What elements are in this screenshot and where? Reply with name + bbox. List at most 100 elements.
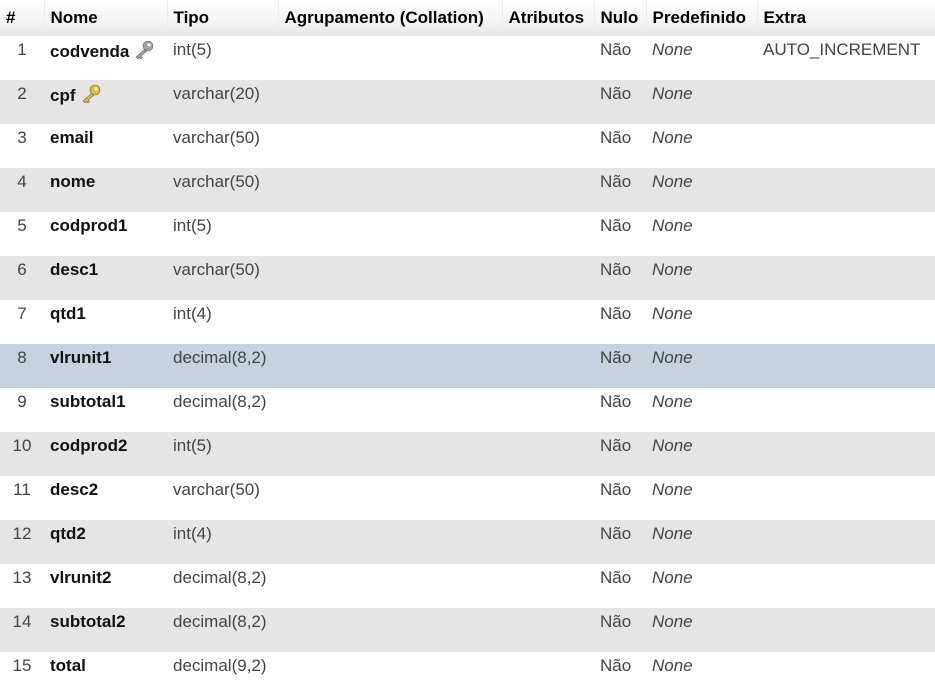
cell-name: qtd2 [44,520,167,564]
table-row[interactable]: 8 vlrunit1 decimal(8,2) Não None [0,344,935,388]
cell-collation [278,256,502,300]
cell-default-text: None [652,612,693,631]
cell-type: varchar(50) [167,476,278,520]
cell-name-text: subtotal2 [50,612,126,631]
col-header-collation[interactable]: Agrupamento (Collation) [278,0,503,36]
cell-type-text: varchar(20) [173,84,260,103]
col-header-type[interactable]: Tipo [167,0,279,36]
table-row[interactable]: 4 nome varchar(50) Não None [0,168,935,212]
cell-type: int(4) [167,300,278,344]
cell-null-text: Não [600,128,632,147]
cell-collation [278,564,502,608]
cell-name: desc1 [44,256,167,300]
cell-null: Não [594,476,646,520]
table-row[interactable]: 10 codprod2 int(5) Não None [0,432,935,476]
cell-num-text: 4 [17,172,27,191]
cell-extra [757,212,935,256]
cell-num: 12 [0,520,44,564]
cell-type-text: varchar(50) [173,480,260,499]
cell-attributes [502,168,594,212]
table-row[interactable]: 7 qtd1 int(4) Não None [0,300,935,344]
col-header-name[interactable]: Nome [44,0,168,36]
cell-name-text: subtotal1 [50,392,126,411]
table-row[interactable]: 15 total decimal(9,2) Não None [0,652,935,696]
cell-name-text: codprod2 [50,436,128,455]
cell-default-text: None [652,128,693,147]
table-structure: # Nome Tipo Agrupamento (Collation) Atri… [0,0,935,696]
cell-extra [757,432,935,476]
table-row[interactable]: 12 qtd2 int(4) Não None [0,520,935,564]
cell-name: qtd1 [44,300,167,344]
cell-name: subtotal2 [44,608,167,652]
table-row[interactable]: 2 cpf varchar(20) Não None [0,80,935,124]
cell-type-text: decimal(9,2) [173,656,267,675]
cell-name: codprod2 [44,432,167,476]
cell-default-text: None [652,656,693,675]
cell-name: nome [44,168,167,212]
cell-num: 3 [0,124,44,168]
cell-default-text: None [652,348,693,367]
primary-key-icon [133,40,155,65]
col-header-default[interactable]: Predefinido [646,0,758,36]
cell-default-text: None [652,480,693,499]
cell-default: None [646,388,757,432]
cell-type-text: int(4) [173,524,212,543]
cell-attributes [502,476,594,520]
cell-name-text: desc1 [50,260,99,279]
cell-null: Não [594,432,646,476]
cell-extra: AUTO_INCREMENT [757,36,935,80]
cell-type: int(5) [167,212,278,256]
cell-type-text: varchar(50) [173,260,260,279]
table-row[interactable]: 9 subtotal1 decimal(8,2) Não None [0,388,935,432]
cell-num: 7 [0,300,44,344]
col-header-extra[interactable]: Extra [757,0,935,36]
cell-name: subtotal1 [44,388,167,432]
table-row[interactable]: 6 desc1 varchar(50) Não None [0,256,935,300]
col-header-num[interactable]: # [0,0,45,36]
col-header-null[interactable]: Nulo [594,0,647,36]
cell-num: 10 [0,432,44,476]
cell-type-text: int(5) [173,436,212,455]
cell-num: 14 [0,608,44,652]
cell-default-text: None [652,40,693,59]
cell-extra [757,168,935,212]
cell-default-text: None [652,392,693,411]
cell-default-text: None [652,524,693,543]
cell-name-text: qtd2 [50,524,86,543]
cell-default-text: None [652,304,693,323]
table-row[interactable]: 3 email varchar(50) Não None [0,124,935,168]
cell-num-text: 14 [12,612,32,631]
table-row[interactable]: 5 codprod1 int(5) Não None [0,212,935,256]
cell-num-text: 15 [12,656,32,675]
cell-default: None [646,652,757,696]
cell-default-text: None [652,436,693,455]
cell-num-text: 13 [12,568,32,587]
cell-name-text: qtd1 [50,304,86,323]
cell-attributes [502,124,594,168]
cell-name: total [44,652,167,696]
cell-attributes [502,80,594,124]
cell-attributes [502,608,594,652]
cell-collation [278,608,502,652]
cell-null: Não [594,564,646,608]
cell-default-text: None [652,216,693,235]
table-row[interactable]: 11 desc2 varchar(50) Não None [0,476,935,520]
cell-null-text: Não [600,612,632,631]
cell-null-text: Não [600,260,632,279]
cell-default: None [646,476,757,520]
cell-num-text: 11 [13,480,31,499]
table-row[interactable]: 13 vlrunit2 decimal(8,2) Não None [0,564,935,608]
table-row[interactable]: 1 codvenda int(5) Não None AUTO_INCREMENT [0,36,935,80]
cell-attributes [502,652,594,696]
col-header-attributes[interactable]: Atributos [502,0,595,36]
cell-name-text: vlrunit1 [50,348,112,367]
cell-collation [278,80,502,124]
table-row[interactable]: 14 subtotal2 decimal(8,2) Não None [0,608,935,652]
cell-attributes [502,344,594,388]
cell-collation [278,36,502,80]
cell-default-text: None [652,84,693,103]
cell-null-text: Não [600,656,632,675]
cell-type: decimal(8,2) [167,344,278,388]
cell-type-text: decimal(8,2) [173,568,267,587]
cell-name-text: nome [50,172,96,191]
